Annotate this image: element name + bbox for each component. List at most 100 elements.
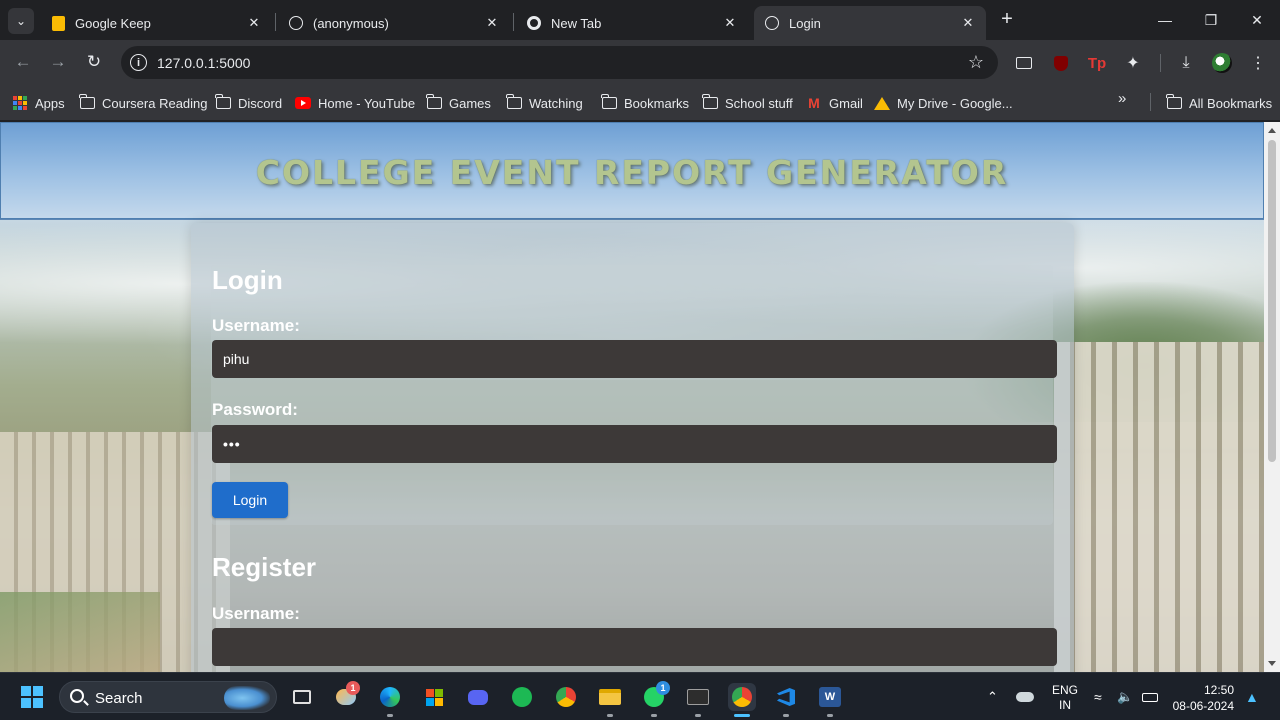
edge-icon[interactable] <box>376 683 404 711</box>
microsoft-store-icon[interactable] <box>420 683 448 711</box>
bookmark-gmail[interactable]: M Gmail <box>806 93 863 113</box>
chrome-menu-icon[interactable]: ⋮ <box>1247 52 1269 74</box>
site-info-icon[interactable]: i <box>130 54 147 71</box>
close-icon[interactable]: ✕ <box>246 15 262 31</box>
folder-icon <box>1165 94 1182 111</box>
notification-bell-icon[interactable]: ▲ <box>1245 673 1259 720</box>
taskbar-running-indicator <box>387 714 393 717</box>
close-icon[interactable]: ✕ <box>722 15 738 31</box>
bookmark-watching[interactable]: Watching <box>505 93 583 113</box>
folder-icon <box>78 94 95 111</box>
bookmark-label: Watching <box>529 95 583 111</box>
task-view-icon[interactable] <box>288 683 316 711</box>
region-code: IN <box>1059 698 1071 712</box>
register-username-input[interactable] <box>212 628 1057 666</box>
tab-login[interactable]: Login ✕ <box>754 6 986 40</box>
scroll-down-arrow-icon[interactable] <box>1268 661 1276 666</box>
vscode-icon[interactable] <box>772 683 800 711</box>
bookmark-label: School stuff <box>725 95 793 111</box>
folder-icon <box>425 94 442 111</box>
tab-new-tab[interactable]: New Tab ✕ <box>516 6 748 40</box>
extensions-puzzle-icon[interactable]: ✦ <box>1122 52 1144 74</box>
chrome-icon[interactable] <box>552 683 580 711</box>
taskbar-running-indicator <box>695 714 701 717</box>
auth-card: Login Username: pihu Password: ••• Login… <box>191 223 1074 672</box>
word-icon[interactable]: W <box>816 683 844 711</box>
back-arrow-icon[interactable]: ← <box>11 50 35 74</box>
terminal-icon[interactable] <box>684 683 712 711</box>
reload-icon[interactable]: ↻ <box>82 50 106 74</box>
bookmark-label: Discord <box>238 95 283 111</box>
toolbar-divider <box>1160 54 1161 72</box>
login-button[interactable]: Login <box>212 482 288 518</box>
bookmark-label: All Bookmarks <box>1189 95 1273 111</box>
system-clock[interactable]: 12:50 08-06-2024 <box>1170 682 1234 714</box>
login-password-input[interactable]: ••• <box>212 425 1057 463</box>
discord-icon[interactable] <box>464 683 492 711</box>
bookmark-all-bookmarks[interactable]: All Bookmarks <box>1165 93 1273 113</box>
bookmark-apps[interactable]: Apps <box>12 93 65 113</box>
search-icon <box>70 689 84 703</box>
taskbar-running-indicator <box>651 714 657 717</box>
close-icon[interactable]: ✕ <box>960 15 976 31</box>
window-close-icon[interactable]: ✕ <box>1245 8 1269 32</box>
globe-icon <box>288 15 304 31</box>
bookmark-label: Gmail <box>829 95 863 111</box>
taskbar-running-indicator <box>783 714 789 717</box>
new-tab-plus-icon[interactable]: + <box>996 9 1018 31</box>
login-username-input[interactable]: pihu <box>212 340 1057 378</box>
tab-divider <box>513 13 514 31</box>
keep-icon <box>50 15 66 31</box>
tab-anonymous[interactable]: (anonymous) ✕ <box>278 6 510 40</box>
close-icon[interactable]: ✕ <box>484 15 500 31</box>
restore-icon[interactable]: ❐ <box>1199 8 1223 32</box>
input-language-indicator[interactable]: ENG IN <box>1049 683 1081 713</box>
profile-avatar[interactable] <box>1211 52 1233 74</box>
address-bar[interactable]: i 127.0.0.1:5000 ☆ <box>121 46 998 79</box>
bookmark-label: Bookmarks <box>624 95 690 111</box>
forward-arrow-icon[interactable]: → <box>46 50 70 74</box>
scroll-up-arrow-icon[interactable] <box>1268 128 1276 133</box>
cast-icon[interactable] <box>1013 52 1035 74</box>
bookmark-school-stuff[interactable]: School stuff <box>701 93 793 113</box>
bookmark-star-icon[interactable]: ☆ <box>968 52 984 73</box>
bookmark-games[interactable]: Games <box>425 93 491 113</box>
login-password-label: Password: <box>212 400 298 419</box>
scrollbar-thumb[interactable] <box>1268 140 1276 462</box>
bookmark-my-drive[interactable]: My Drive - Google... <box>874 93 1013 113</box>
spotify-icon[interactable] <box>508 683 536 711</box>
wifi-icon[interactable]: ≈ <box>1094 673 1102 720</box>
search-highlight-art <box>224 686 270 710</box>
bookmark-bookmarks[interactable]: Bookmarks <box>600 93 690 113</box>
tray-overflow-chevron-icon[interactable]: ⌃ <box>987 673 998 720</box>
tab-title: Login <box>789 15 821 31</box>
battery-icon[interactable] <box>1142 673 1158 720</box>
extension-tp-icon[interactable]: Tp <box>1086 52 1108 74</box>
download-icon[interactable]: ⤓ <box>1175 52 1197 74</box>
minimize-icon[interactable]: — <box>1153 8 1177 32</box>
file-explorer-icon[interactable] <box>596 683 624 711</box>
windows-start-icon[interactable] <box>21 686 43 708</box>
bookmark-home-youtube[interactable]: Home - YouTube <box>295 93 415 113</box>
tab-google-keep[interactable]: Google Keep ✕ <box>40 6 272 40</box>
bookmark-label: Coursera Reading <box>102 95 208 111</box>
onedrive-cloud-icon[interactable] <box>1016 673 1034 720</box>
volume-icon[interactable]: 🔈 <box>1117 673 1133 720</box>
folder-icon <box>600 94 617 111</box>
chrome-profile-icon[interactable] <box>728 683 756 711</box>
page-scrollbar[interactable] <box>1264 122 1280 672</box>
chrome-icon <box>526 15 542 31</box>
bookmark-label: My Drive - Google... <box>897 95 1013 111</box>
taskbar-search-box[interactable]: Search <box>59 681 277 713</box>
ublock-icon[interactable] <box>1050 52 1072 74</box>
tab-search-chevron-icon[interactable]: ⌄ <box>8 8 34 34</box>
taskbar-running-indicator <box>607 714 613 717</box>
folder-icon <box>701 94 718 111</box>
folder-icon <box>505 94 522 111</box>
background-building-right <box>1054 342 1264 672</box>
more-bookmarks-chevron-icon[interactable]: » <box>1118 90 1126 107</box>
bookmark-discord[interactable]: Discord <box>214 93 283 113</box>
bookmark-coursera-reading[interactable]: Coursera Reading <box>78 93 208 113</box>
tab-title: Google Keep <box>75 15 151 31</box>
url-text[interactable]: 127.0.0.1:5000 <box>157 55 250 71</box>
